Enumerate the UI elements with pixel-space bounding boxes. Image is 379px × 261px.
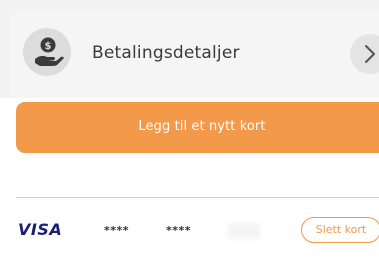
visa-logo: VISA — [18, 220, 63, 239]
card-number-group-1: **** — [104, 224, 130, 237]
page-title: Betalingsdetaljer — [92, 43, 240, 63]
svg-text:$: $ — [45, 41, 52, 52]
add-card-label: Legg til et nytt kort — [138, 119, 266, 134]
card-row: VISA **** **** **** Slett kort — [0, 198, 379, 261]
payment-details-row[interactable]: $ Betalingsdetaljer — [10, 10, 379, 98]
card-number-group-3: **** — [228, 223, 260, 239]
card-number-group-2: **** — [166, 224, 192, 237]
delete-card-button[interactable]: Slett kort — [301, 217, 379, 243]
delete-card-label: Slett kort — [315, 223, 367, 236]
chevron-right-icon[interactable] — [350, 34, 379, 74]
add-card-button[interactable]: Legg til et nytt kort — [16, 102, 379, 153]
hand-coin-icon: $ — [23, 28, 71, 76]
